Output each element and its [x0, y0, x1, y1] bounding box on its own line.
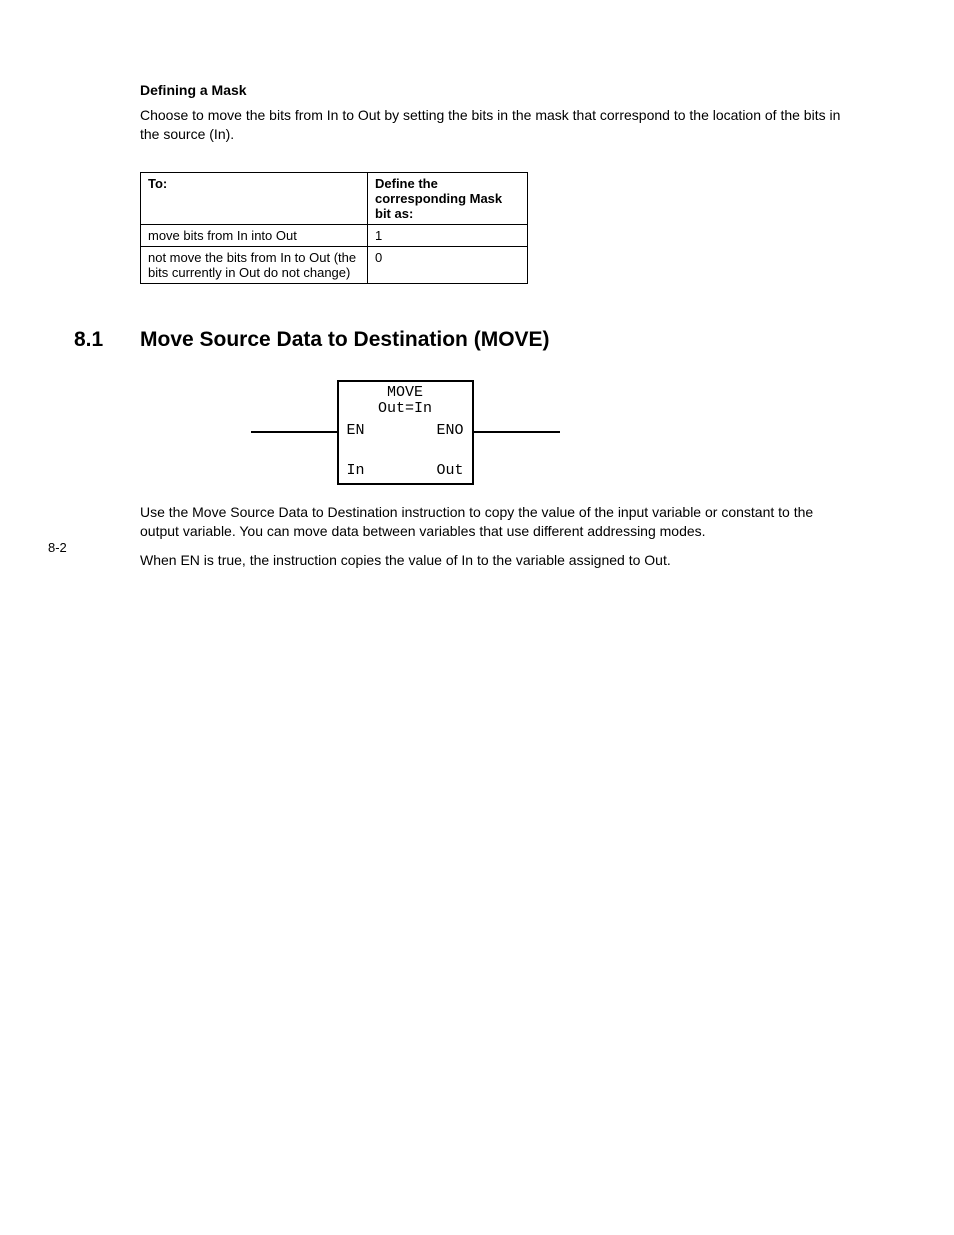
body-paragraph-1: Use the Move Source Data to Destination … — [140, 503, 844, 541]
table-cell: 0 — [368, 246, 528, 283]
left-rail — [251, 431, 337, 433]
table-cell: move bits from In into Out — [141, 224, 368, 246]
pin-eno: ENO — [436, 422, 463, 439]
section-title: Move Source Data to Destination (MOVE) — [140, 328, 550, 352]
pin-in: In — [347, 462, 365, 479]
block-subtitle: Out=In — [339, 401, 472, 418]
pin-en: EN — [347, 422, 365, 439]
section-heading: 8.1 Move Source Data to Destination (MOV… — [0, 328, 954, 352]
table-header-to: To: — [141, 172, 368, 224]
table-row: not move the bits from In to Out (the bi… — [141, 246, 528, 283]
move-instruction-diagram: MOVE Out=In EN ENO In Out — [140, 380, 670, 485]
pin-out: Out — [436, 462, 463, 479]
intro-paragraph: Choose to move the bits from In to Out b… — [140, 106, 844, 144]
table-cell: not move the bits from In to Out (the bi… — [141, 246, 368, 283]
subheading: Defining a Mask — [140, 82, 954, 98]
right-rail — [474, 431, 560, 433]
table-row: move bits from In into Out 1 — [141, 224, 528, 246]
table-header-maskbit: Define the corresponding Mask bit as: — [368, 172, 528, 224]
section-number: 8.1 — [0, 328, 140, 352]
mask-bit-table: To: Define the corresponding Mask bit as… — [140, 172, 528, 284]
block-name: MOVE — [339, 385, 472, 402]
body-paragraph-2: When EN is true, the instruction copies … — [140, 551, 844, 570]
instruction-block: MOVE Out=In EN ENO In Out — [337, 380, 474, 485]
page-number: 8-2 — [48, 540, 67, 555]
table-cell: 1 — [368, 224, 528, 246]
